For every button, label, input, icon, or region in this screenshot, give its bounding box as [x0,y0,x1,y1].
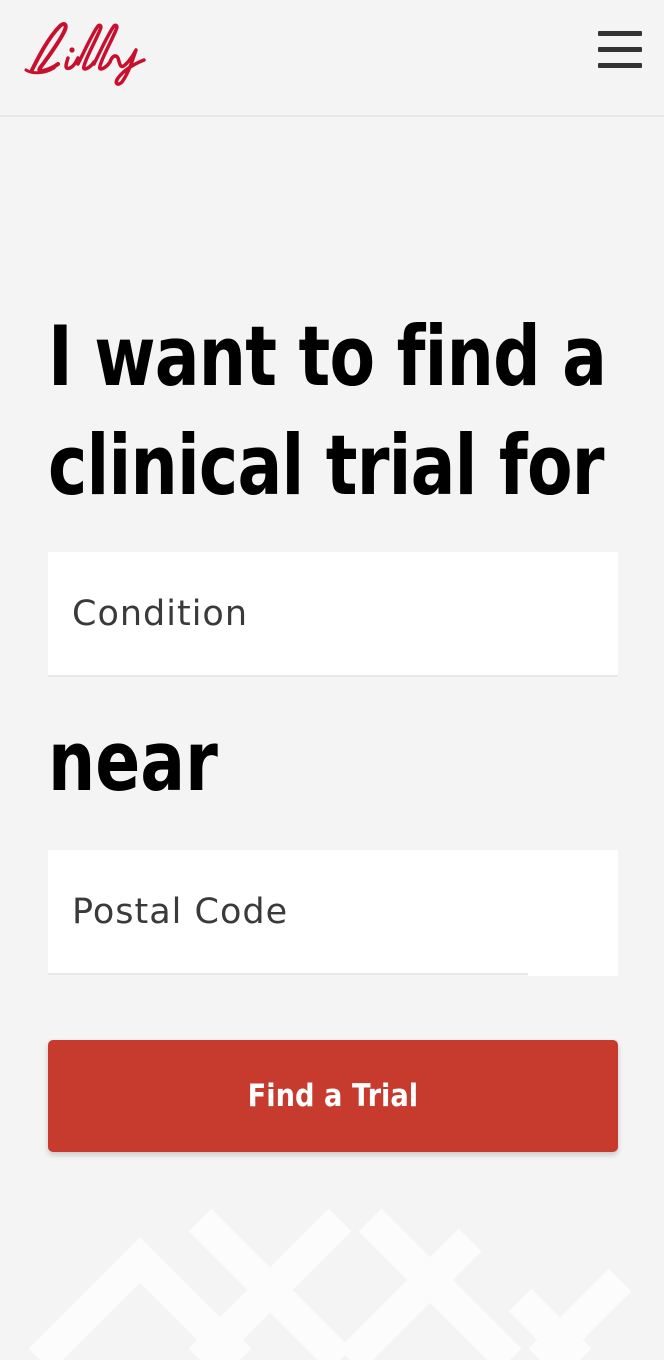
hamburger-menu-icon[interactable] [592,26,648,76]
postal-code-input[interactable] [48,850,618,975]
title-line-2: clinical trial for [48,417,605,514]
menu-bar-middle [598,47,642,52]
find-a-trial-button[interactable]: Find a Trial [48,1040,618,1152]
condition-input[interactable] [48,552,618,677]
menu-bar-bottom [598,63,642,68]
menu-bar-top [598,31,642,36]
lilly-logo[interactable]: Lilly [24,18,148,86]
diamond-lattice-pattern [28,1208,632,1360]
near-label: near [48,713,218,810]
postal-underline-gap [528,973,618,976]
page-title: I want to find a clinical trial for [48,302,607,520]
site-header: Lilly [0,0,664,117]
title-line-1: I want to find a [48,308,607,405]
find-a-trial-label: Find a Trial [247,1078,419,1114]
lilly-logo-icon [24,22,146,86]
page: Lilly I want to find a clinical trial fo… [0,0,664,1360]
